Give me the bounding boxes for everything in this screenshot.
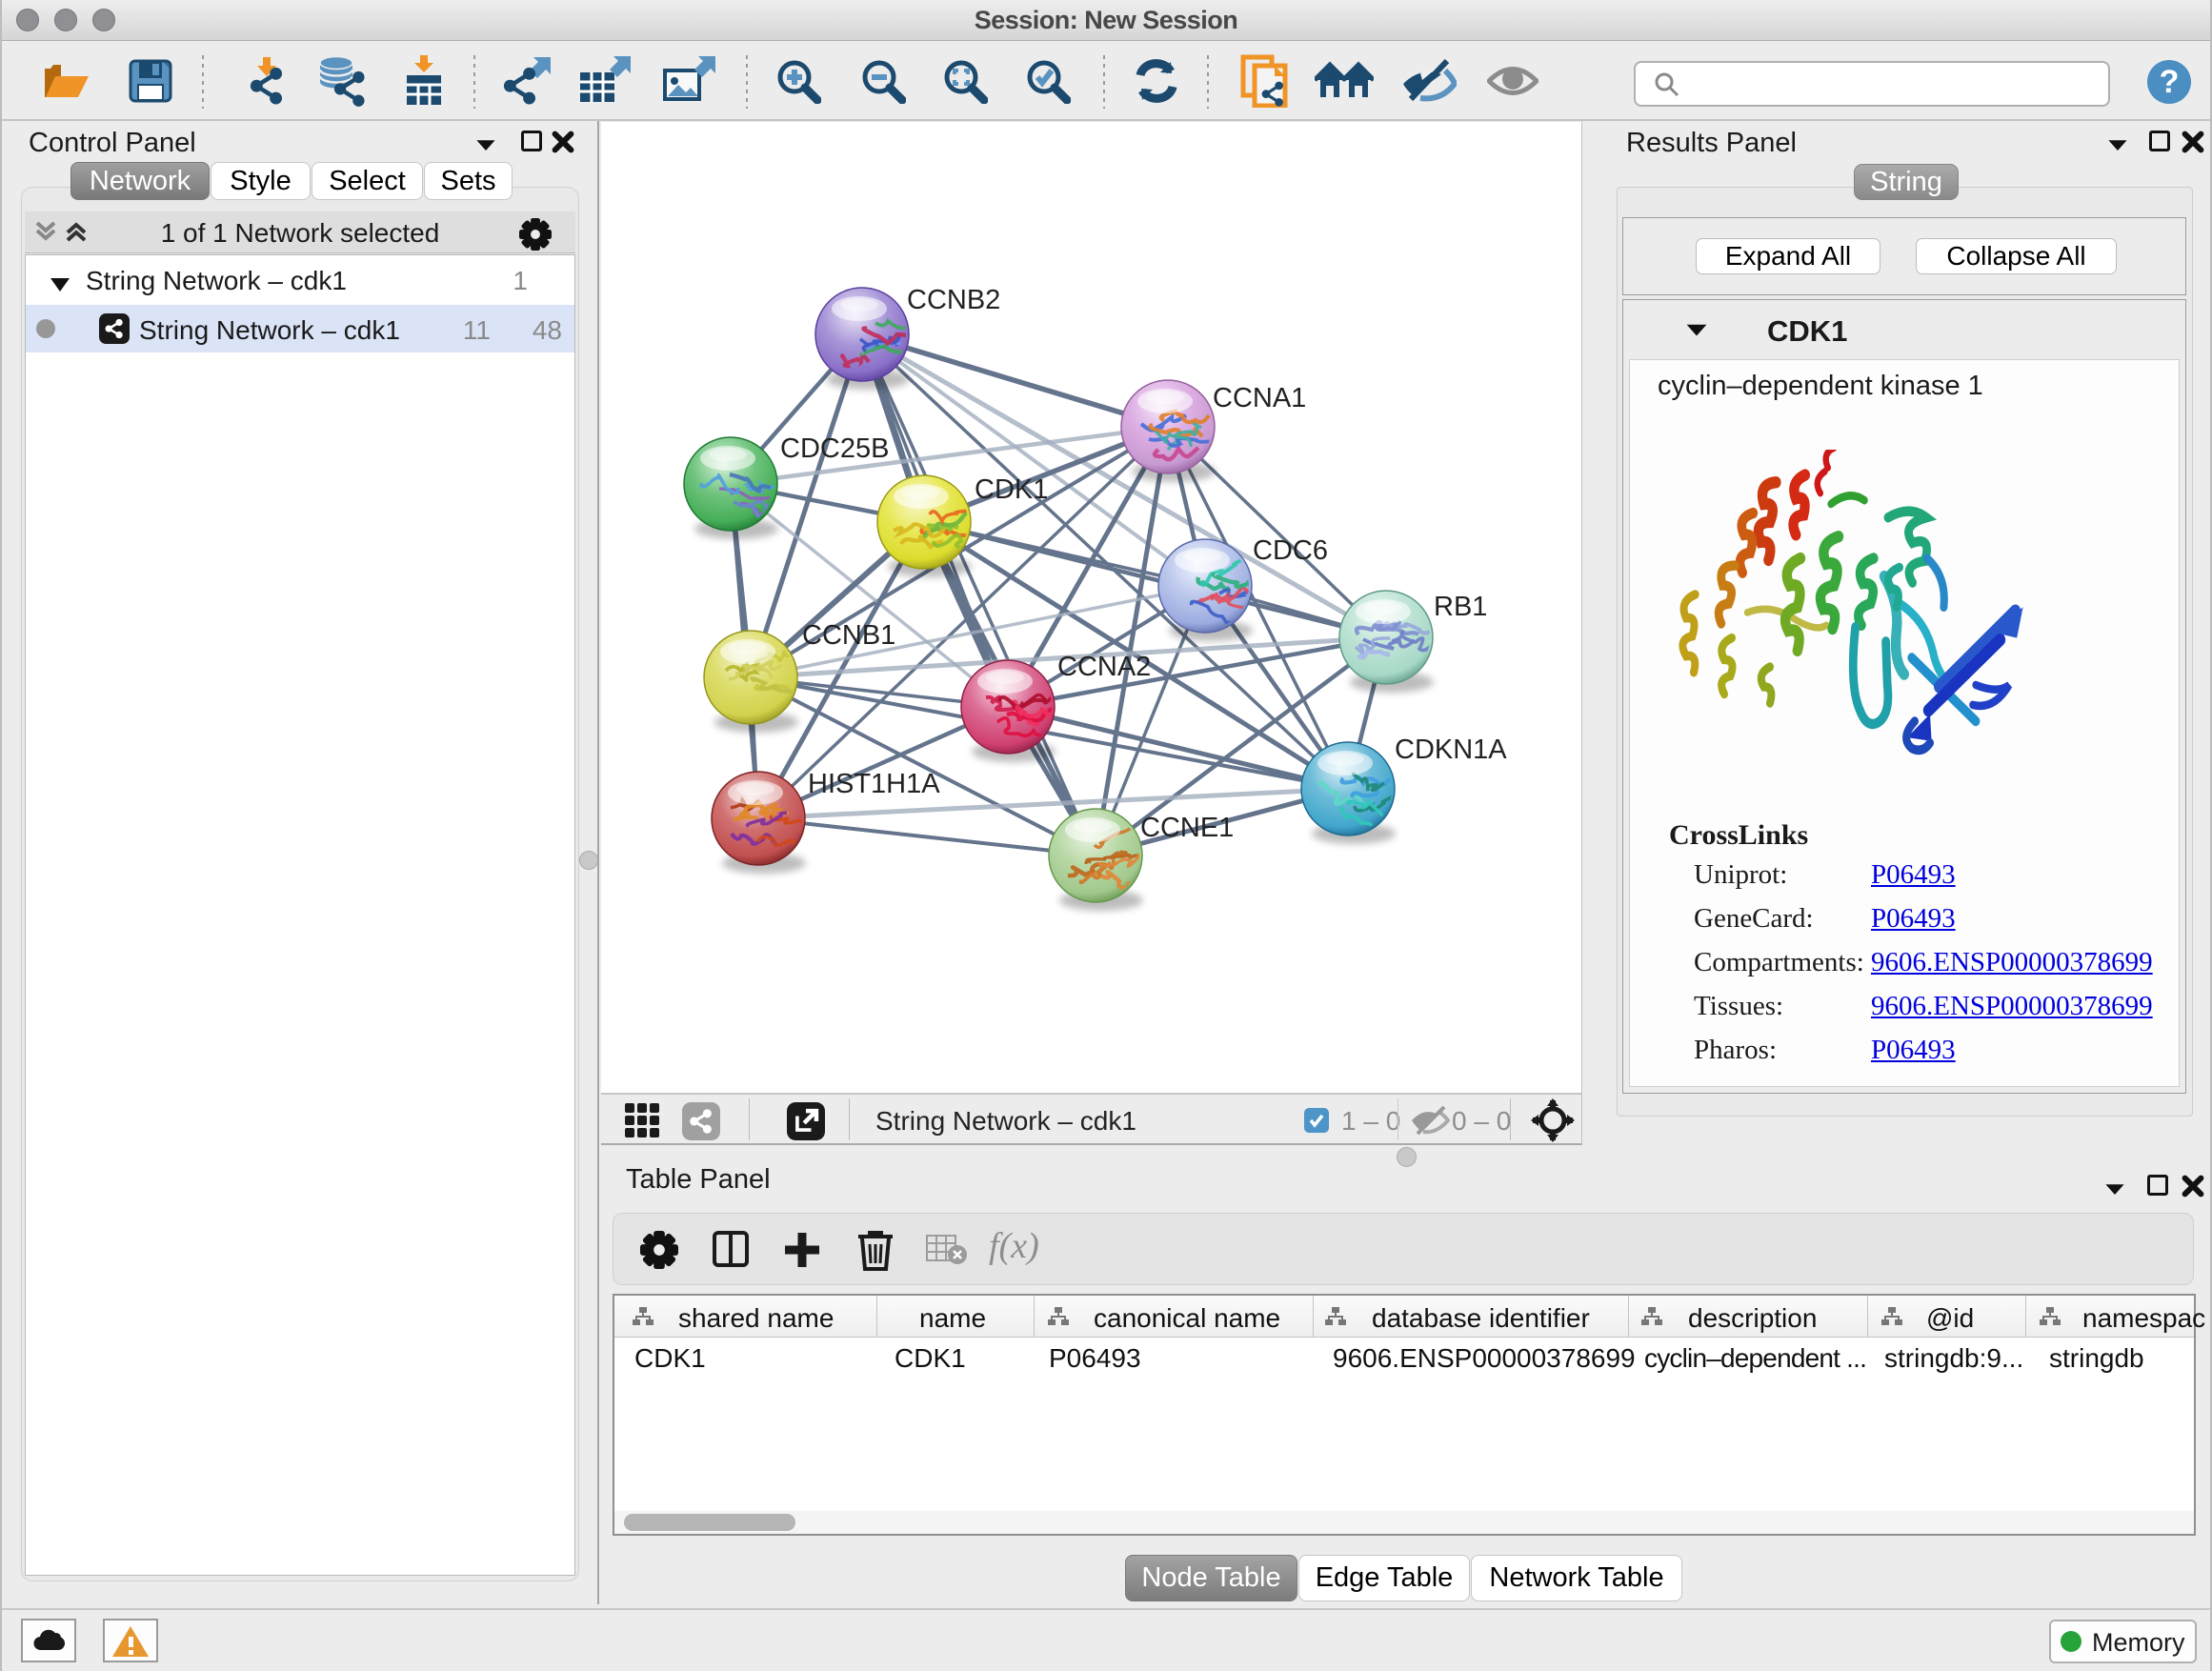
svg-text:HIST1H1A: HIST1H1A (808, 769, 940, 799)
svg-text:CCNA1: CCNA1 (1213, 383, 1306, 413)
svg-text:CCNB1: CCNB1 (802, 620, 895, 651)
svg-text:CCNB2: CCNB2 (907, 285, 1000, 315)
svg-text:CCNE1: CCNE1 (1140, 813, 1234, 843)
svg-text:RB1: RB1 (1434, 592, 1487, 622)
svg-text:CDC25B: CDC25B (780, 433, 889, 464)
svg-text:CDKN1A: CDKN1A (1395, 735, 1507, 765)
svg-text:CDC6: CDC6 (1253, 535, 1328, 566)
svg-text:CCNA2: CCNA2 (1057, 652, 1151, 682)
svg-text:CDK1: CDK1 (975, 474, 1048, 505)
